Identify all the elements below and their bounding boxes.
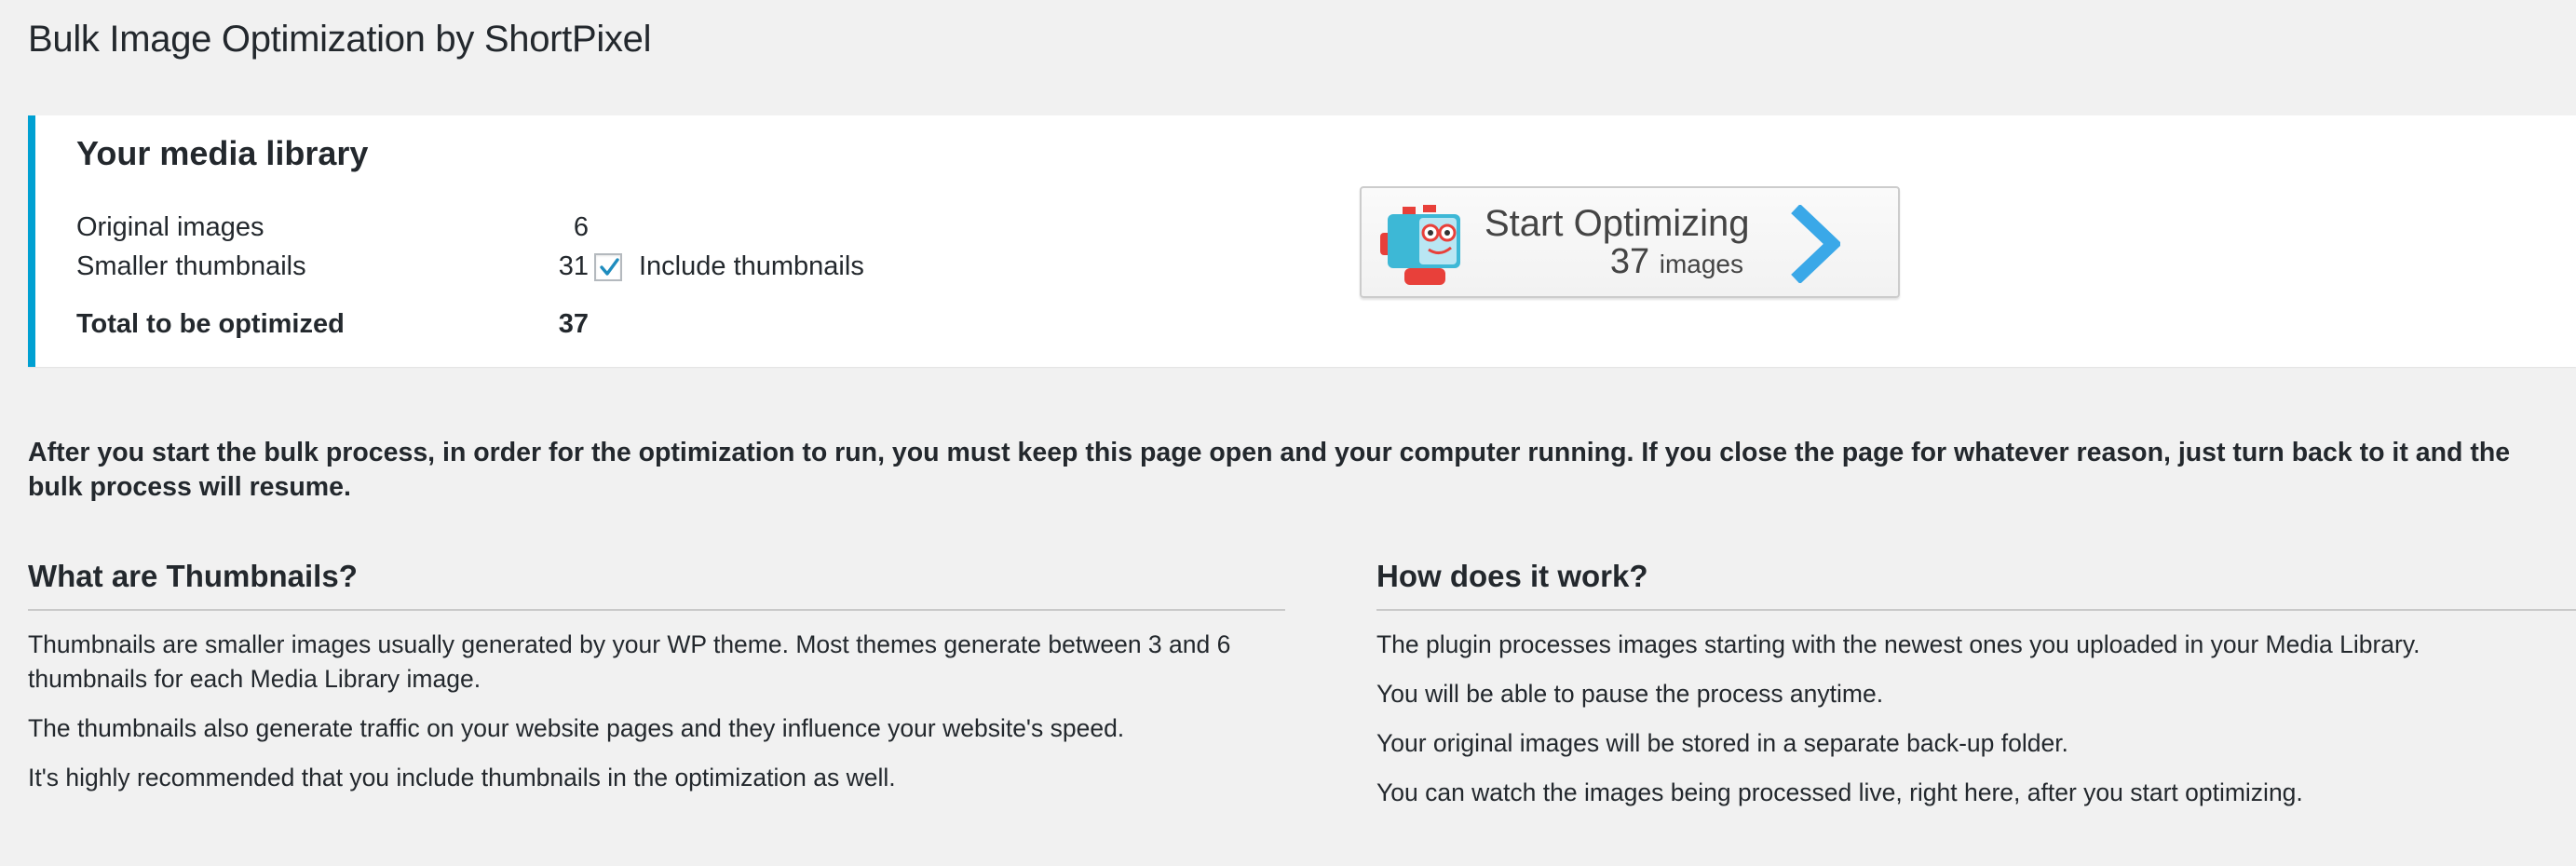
paragraph: Your original images will be stored in a… [1376,729,2068,757]
paragraph: The plugin processes images starting wit… [1376,630,2420,658]
stat-label: Smaller thumbnails [76,251,306,281]
paragraph: It's highly recommended that you include… [28,764,896,792]
robot-icon [1380,205,1460,285]
checkmark-icon [600,258,619,276]
stat-value: 6 [573,212,589,242]
paragraph: You will be able to pause the process an… [1376,680,1884,708]
keep-page-open-notice: After you start the bulk process, in ord… [28,438,2511,502]
stat-value: 31 [558,251,589,281]
include-thumbnails-checkbox[interactable] [594,253,622,281]
start-optimizing-button[interactable]: Start Optimizing 37 images [1360,186,1900,298]
section-title: How does it work? [1376,559,2576,611]
start-button-label: Start Optimizing [1485,203,1750,244]
thumbnails-info-section: What are Thumbnails? Thumbnails are smal… [28,559,1285,795]
section-title: What are Thumbnails? [28,559,1285,611]
stat-value: 37 [558,309,589,339]
paragraph: Thumbnails are smaller images usually ge… [28,630,1231,693]
include-thumbnails-label[interactable]: Include thumbnails [639,251,864,282]
panel-title: Your media library [76,134,369,172]
chevron-right-icon [1791,205,1840,283]
images-unit: images [1659,250,1743,278]
paragraph: You can watch the images being processed… [1376,778,2303,806]
stat-label: Total to be optimized [76,309,345,339]
stat-label: Original images [76,212,264,242]
media-library-panel: Your media library Original images 6 Sma… [28,115,2576,367]
images-count: 37 [1609,242,1650,281]
start-button-count: 37 images [1610,242,1743,282]
how-it-works-section: How does it work? The plugin processes i… [1376,559,2576,810]
paragraph: The thumbnails also generate traffic on … [28,714,1125,742]
page-title: Bulk Image Optimization by ShortPixel [28,19,652,60]
